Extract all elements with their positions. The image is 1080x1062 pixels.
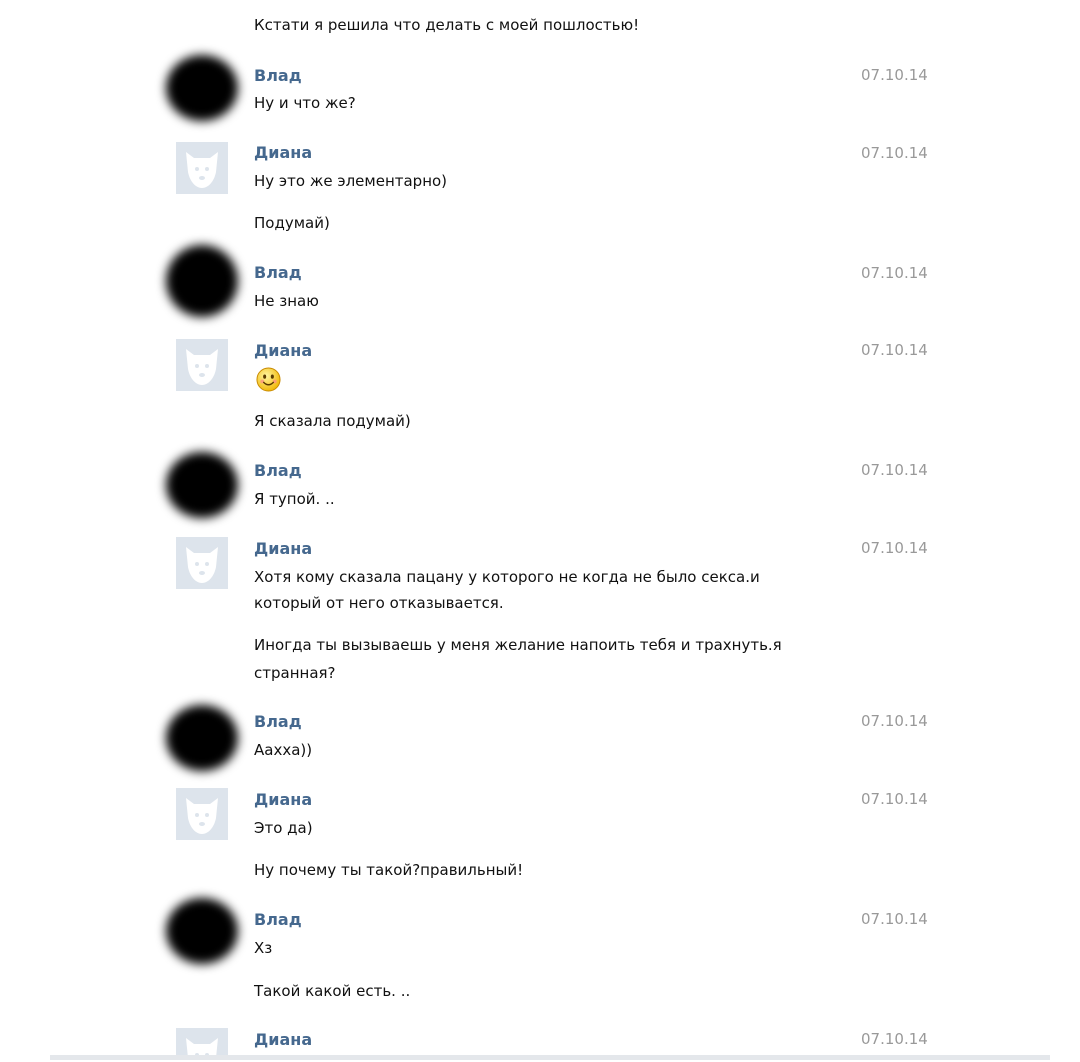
message-date: 07.10.14	[861, 539, 928, 557]
message-text: Подумай)	[254, 214, 330, 232]
author-name[interactable]: Влад	[254, 910, 302, 930]
message-text: Ну и что же?	[254, 94, 356, 112]
message-date: 07.10.14	[861, 712, 928, 730]
default-dog-avatar-icon[interactable]	[176, 788, 228, 840]
default-dog-avatar-icon[interactable]	[176, 142, 228, 194]
message-text: странная?	[254, 664, 336, 682]
message-text: Я тупой. ..	[254, 490, 335, 508]
message-text: который от него отказывается.	[254, 594, 504, 612]
message-date: 07.10.14	[861, 1030, 928, 1048]
message-date: 07.10.14	[861, 790, 928, 808]
user-avatar[interactable]	[166, 705, 238, 771]
author-name[interactable]: Диана	[254, 341, 312, 361]
message-text: Я сказала подумай)	[254, 412, 411, 430]
author-name[interactable]: Влад	[254, 712, 302, 732]
scroll-divider	[50, 1055, 1050, 1060]
smile-emoji-icon	[256, 367, 281, 392]
message-text: Кстати я решила что делать с моей пошлос…	[254, 16, 640, 34]
user-avatar[interactable]	[166, 452, 238, 518]
message-text: Такой какой есть. ..	[254, 982, 411, 1000]
message-date: 07.10.14	[861, 144, 928, 162]
message-text: Ну почему ты такой?правильный!	[254, 861, 524, 879]
message-date: 07.10.14	[861, 264, 928, 282]
user-avatar[interactable]	[166, 55, 238, 121]
default-dog-avatar-icon[interactable]	[176, 339, 228, 391]
message-text: Не знаю	[254, 292, 319, 310]
message-date: 07.10.14	[861, 461, 928, 479]
message-text: Ну это же элементарно)	[254, 172, 448, 190]
message-text: Хотя кому сказала пацану у которого не к…	[254, 568, 760, 586]
author-name[interactable]: Диана	[254, 1030, 312, 1050]
user-avatar[interactable]	[166, 898, 238, 964]
author-name[interactable]: Влад	[254, 461, 302, 481]
author-name[interactable]: Влад	[254, 263, 302, 283]
author-name[interactable]: Влад	[254, 66, 302, 86]
author-name[interactable]: Диана	[254, 143, 312, 163]
message-history: Кстати я решила что делать с моей пошлос…	[0, 0, 1080, 1062]
message-date: 07.10.14	[861, 910, 928, 928]
author-name[interactable]: Диана	[254, 790, 312, 810]
author-name[interactable]: Диана	[254, 539, 312, 559]
message-text: Иногда ты вызываешь у меня желание напои…	[254, 636, 782, 654]
default-dog-avatar-icon[interactable]	[176, 537, 228, 589]
user-avatar[interactable]	[166, 245, 238, 317]
message-text: Хз	[254, 939, 273, 957]
message-date: 07.10.14	[861, 66, 928, 84]
message-text: Это да)	[254, 819, 313, 837]
message-text: Аахха))	[254, 741, 313, 759]
message-date: 07.10.14	[861, 341, 928, 359]
default-dog-avatar-icon[interactable]	[176, 1028, 228, 1055]
